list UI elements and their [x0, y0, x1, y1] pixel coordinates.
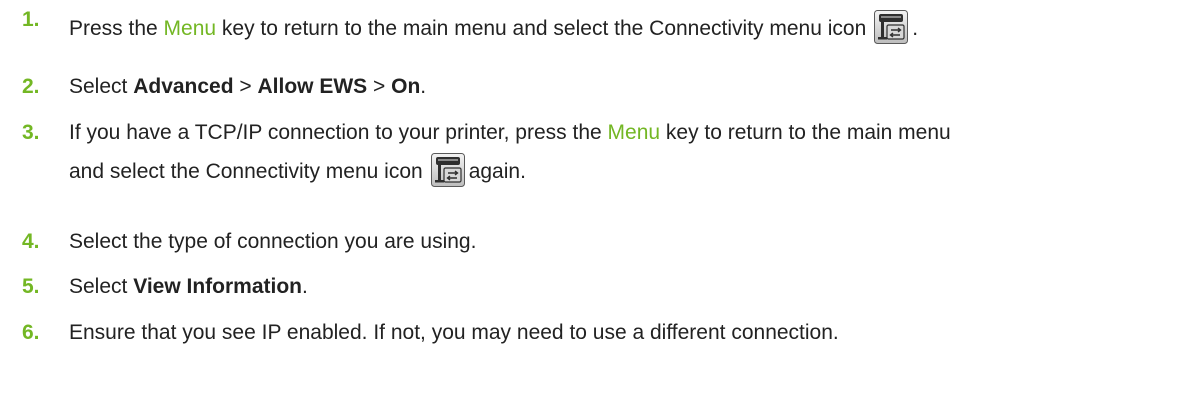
step-text: Select Advanced > Allow EWS > On. — [69, 75, 427, 98]
menu-option-advanced: Advanced — [133, 75, 234, 98]
step-number: 4. — [22, 230, 40, 253]
menu-option-on: On — [391, 75, 421, 98]
step-number: 2. — [22, 75, 40, 98]
step-text: Select View Information. — [69, 275, 308, 298]
menu-option-view-information: View Information — [133, 275, 303, 298]
menu-key-label: Menu — [607, 121, 661, 144]
step-text: Ensure that you see IP enabled. If not, … — [69, 321, 839, 344]
step-number: 1. — [22, 8, 40, 31]
step-number: 3. — [22, 121, 40, 144]
menu-key-label: Menu — [163, 17, 217, 40]
step-text: If you have a TCP/IP connection to your … — [69, 113, 1179, 191]
instruction-steps: 1. Press the Menu key to return to the m… — [0, 0, 1192, 400]
connectivity-menu-icon — [430, 153, 465, 188]
step-text: Select the type of connection you are us… — [69, 230, 477, 253]
step-number: 5. — [22, 275, 40, 298]
step-number: 6. — [22, 321, 40, 344]
menu-option-allow-ews: Allow EWS — [257, 75, 368, 98]
step-text: Press the Menu key to return to the main… — [69, 9, 1179, 48]
connectivity-menu-icon — [874, 10, 909, 45]
